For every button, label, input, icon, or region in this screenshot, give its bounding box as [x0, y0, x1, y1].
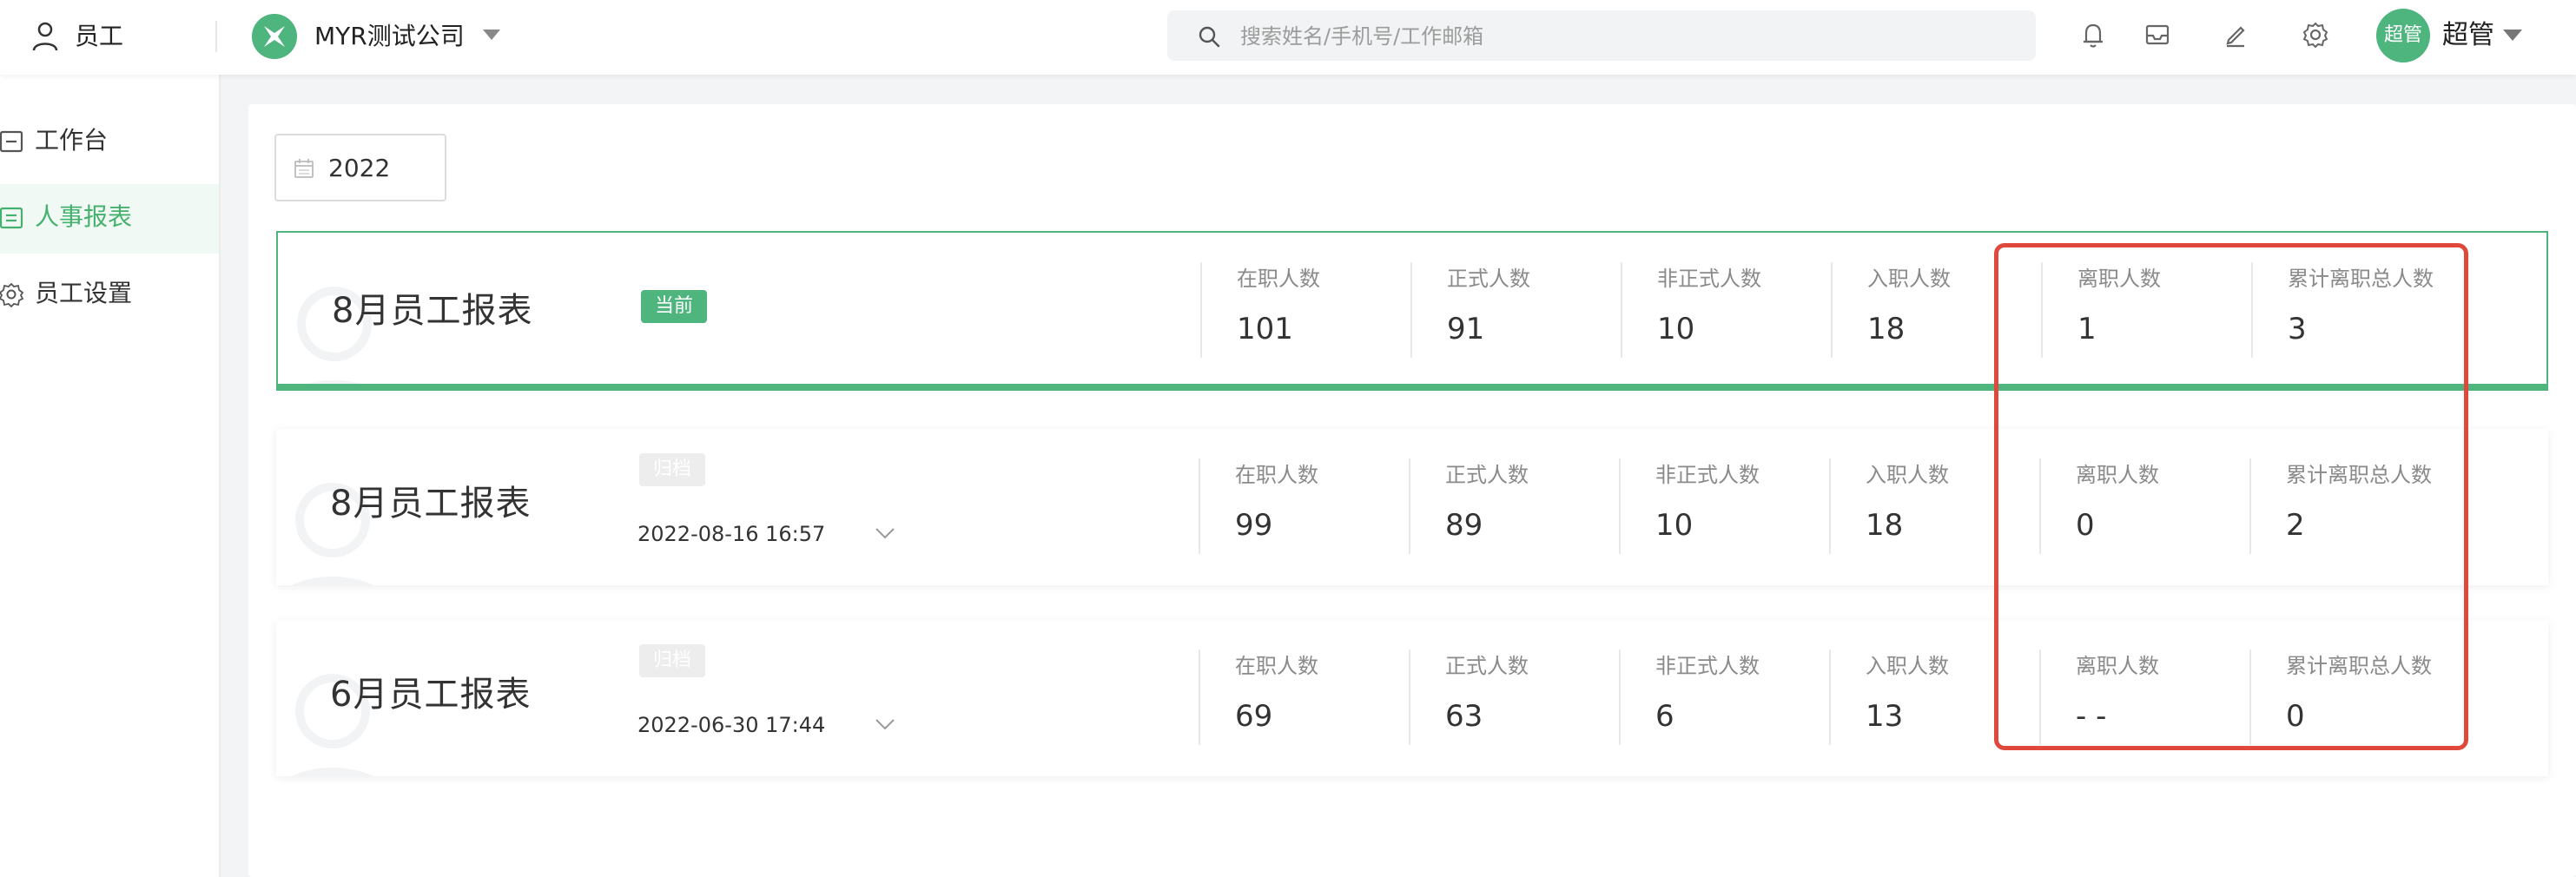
stat-non-regular: 非正式人数 10	[1619, 458, 1831, 554]
report-icon	[0, 207, 23, 229]
sidebar-item-label: 员工设置	[35, 279, 133, 307]
stat-value: 10	[1657, 312, 1695, 346]
sidebar-item-employee-settings[interactable]: 员工设置	[0, 260, 219, 330]
company-logo	[252, 14, 297, 59]
stat-value: 6	[1655, 699, 1674, 734]
stat-regular: 正式人数 91	[1410, 262, 1622, 358]
stat-label: 入职人数	[1867, 267, 1951, 291]
stat-value: 89	[1445, 508, 1483, 543]
stat-label: 在职人数	[1235, 654, 1318, 678]
sidebar-item-label: 人事报表	[35, 202, 133, 231]
stat-value: 10	[1655, 508, 1694, 543]
calendar-icon	[294, 159, 314, 178]
stat-in-service: 在职人数 101	[1200, 262, 1412, 358]
stat-value: 99	[1235, 508, 1273, 543]
stat-in-service: 在职人数 69	[1199, 650, 1410, 745]
workbench-icon	[0, 130, 23, 153]
bell-icon[interactable]	[2077, 19, 2109, 50]
inbox-icon[interactable]	[2142, 19, 2173, 50]
stat-label: 正式人数	[1447, 267, 1530, 291]
sidebar: 工作台 人事报表 员工设置	[0, 75, 221, 877]
stat-regular: 正式人数 63	[1409, 650, 1621, 745]
sidebar-item-label: 工作台	[35, 126, 109, 155]
chevron-down-icon[interactable]	[874, 526, 896, 540]
stat-label: 入职人数	[1866, 463, 1949, 487]
status-badge: 归档	[639, 644, 706, 677]
report-title: 8月员工报表	[330, 484, 532, 524]
highlight-annotation	[1994, 243, 2468, 750]
stat-value: 63	[1445, 699, 1483, 734]
search-input[interactable]	[1238, 17, 2006, 56]
search-box[interactable]	[1167, 10, 2036, 61]
stat-label: 在职人数	[1235, 463, 1318, 487]
gear-icon[interactable]	[2300, 19, 2331, 50]
report-date: 2022-06-30 17:44	[637, 713, 826, 737]
stat-value: 69	[1235, 699, 1273, 734]
status-badge: 当前	[641, 290, 708, 323]
caret-down-icon[interactable]	[483, 30, 500, 40]
chevron-down-icon[interactable]	[874, 717, 896, 731]
stat-label: 在职人数	[1237, 267, 1320, 291]
user-icon[interactable]	[31, 19, 59, 54]
report-title: 8月员工报表	[332, 291, 533, 331]
sidebar-item-workbench[interactable]: 工作台	[0, 108, 219, 177]
stat-label: 入职人数	[1866, 654, 1949, 678]
report-date: 2022-08-16 16:57	[637, 522, 826, 546]
gear-icon	[0, 282, 24, 308]
avatar[interactable]: 超管	[2376, 9, 2430, 63]
caret-down-icon[interactable]	[2503, 30, 2522, 41]
header-divider	[215, 21, 217, 52]
company-selector[interactable]: MYR测试公司	[314, 19, 465, 54]
stat-value: 18	[1867, 312, 1906, 346]
stat-value: 13	[1866, 699, 1904, 734]
stat-regular: 正式人数 89	[1409, 458, 1621, 554]
top-bar: 员工 MYR测试公司 超管 超管	[0, 0, 2576, 75]
stat-label: 正式人数	[1445, 463, 1529, 487]
status-badge: 归档	[639, 453, 706, 486]
module-title[interactable]: 员工	[75, 19, 123, 54]
stat-label: 非正式人数	[1655, 654, 1760, 678]
year-value: 2022	[328, 154, 391, 182]
edit-icon[interactable]	[2220, 19, 2251, 50]
stat-label: 正式人数	[1445, 654, 1529, 678]
stat-in-service: 在职人数 99	[1199, 458, 1410, 554]
sidebar-item-hr-report[interactable]: 人事报表	[0, 184, 219, 254]
year-picker[interactable]: 2022	[274, 134, 446, 201]
stat-value: 18	[1866, 508, 1904, 543]
stat-label: 非正式人数	[1655, 463, 1760, 487]
user-name[interactable]: 超管	[2442, 17, 2494, 54]
stat-label: 非正式人数	[1657, 267, 1761, 291]
stat-value: 101	[1237, 312, 1293, 346]
search-icon	[1199, 26, 1220, 48]
stat-non-regular: 非正式人数 10	[1621, 262, 1833, 358]
report-title: 6月员工报表	[330, 675, 532, 715]
stat-non-regular: 非正式人数 6	[1619, 650, 1831, 745]
stat-value: 91	[1447, 312, 1485, 346]
